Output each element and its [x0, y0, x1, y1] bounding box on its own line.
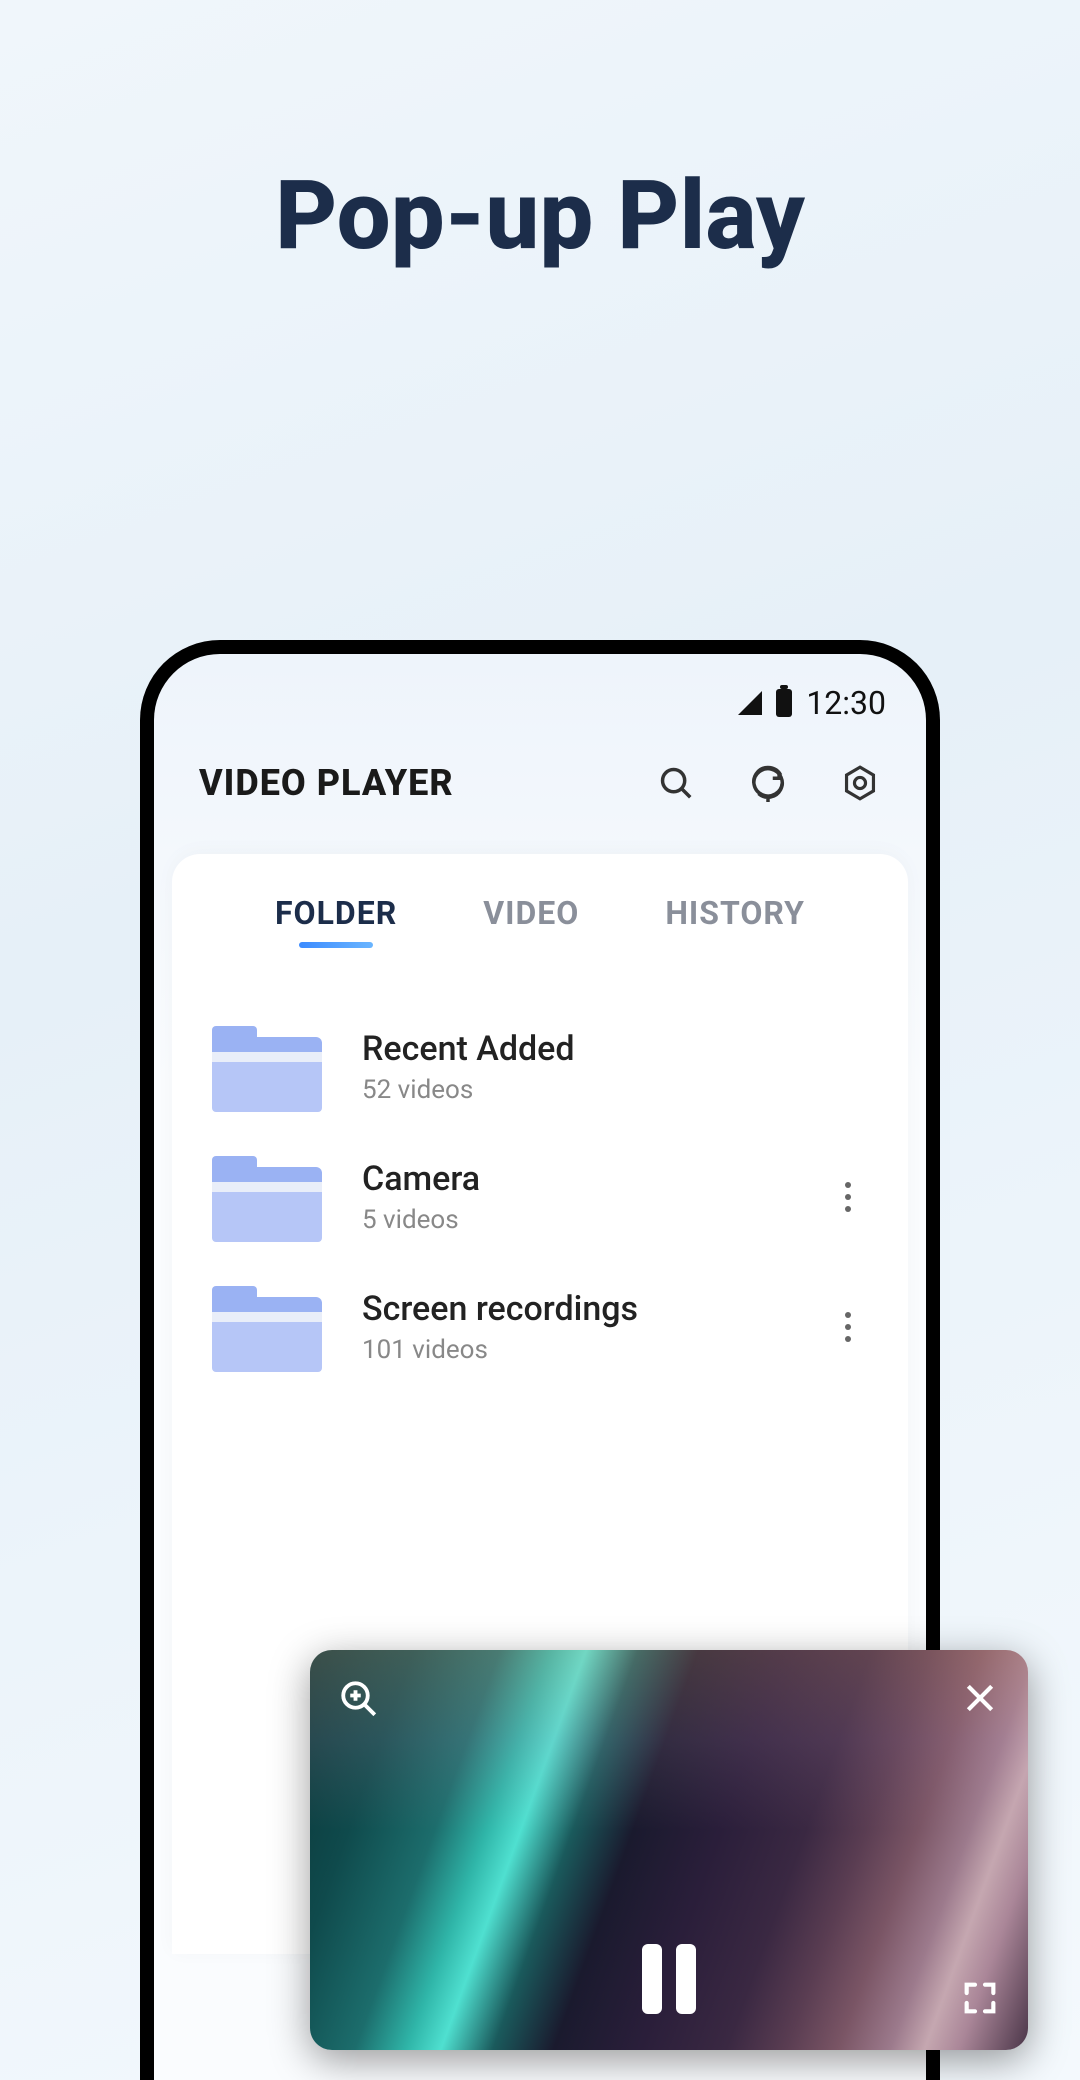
tab-bar: FOLDER VIDEO HISTORY: [202, 894, 878, 972]
fullscreen-button[interactable]: [960, 1978, 1000, 2022]
close-icon: [960, 1678, 1000, 1718]
refresh-button[interactable]: [747, 762, 789, 804]
fullscreen-icon: [960, 1978, 1000, 2018]
refresh-icon: [749, 764, 787, 802]
app-bar: VIDEO PLAYER: [154, 722, 926, 834]
signal-icon: [738, 691, 762, 715]
zoom-in-icon: [338, 1678, 380, 1720]
more-button[interactable]: [828, 1312, 868, 1342]
tab-video[interactable]: VIDEO: [483, 894, 579, 932]
close-button[interactable]: [960, 1678, 1000, 1722]
folder-item-camera[interactable]: Camera 5 videos: [202, 1132, 878, 1262]
folder-info: Recent Added 52 videos: [362, 1029, 868, 1105]
search-icon: [657, 764, 695, 802]
folder-icon: [212, 1152, 322, 1242]
status-bar: 12:30: [154, 654, 926, 722]
popup-player[interactable]: [310, 1650, 1028, 2050]
folder-icon: [212, 1022, 322, 1112]
settings-button[interactable]: [839, 762, 881, 804]
folder-item-screen-recordings[interactable]: Screen recordings 101 videos: [202, 1262, 878, 1392]
zoom-button[interactable]: [338, 1678, 380, 1724]
search-button[interactable]: [655, 762, 697, 804]
folder-count: 52 videos: [362, 1075, 868, 1105]
popup-controls: [310, 1650, 1028, 2050]
folder-count: 101 videos: [362, 1335, 828, 1365]
folder-info: Screen recordings 101 videos: [362, 1289, 828, 1365]
more-button[interactable]: [828, 1182, 868, 1212]
battery-icon: [776, 689, 792, 717]
folder-list: Recent Added 52 videos Camera 5 videos: [202, 1002, 878, 1392]
page-title: Pop-up Play: [0, 160, 1080, 272]
folder-name: Camera: [362, 1159, 828, 1199]
app-title: VIDEO PLAYER: [199, 762, 655, 804]
folder-name: Recent Added: [362, 1029, 868, 1069]
folder-count: 5 videos: [362, 1205, 828, 1235]
clock: 12:30: [806, 684, 886, 722]
tab-folder[interactable]: FOLDER: [275, 894, 397, 932]
folder-info: Camera 5 videos: [362, 1159, 828, 1235]
appbar-actions: [655, 762, 881, 804]
folder-icon: [212, 1282, 322, 1372]
folder-item-recent-added[interactable]: Recent Added 52 videos: [202, 1002, 878, 1132]
tab-history[interactable]: HISTORY: [665, 894, 805, 932]
settings-icon: [841, 764, 879, 802]
folder-name: Screen recordings: [362, 1289, 828, 1329]
